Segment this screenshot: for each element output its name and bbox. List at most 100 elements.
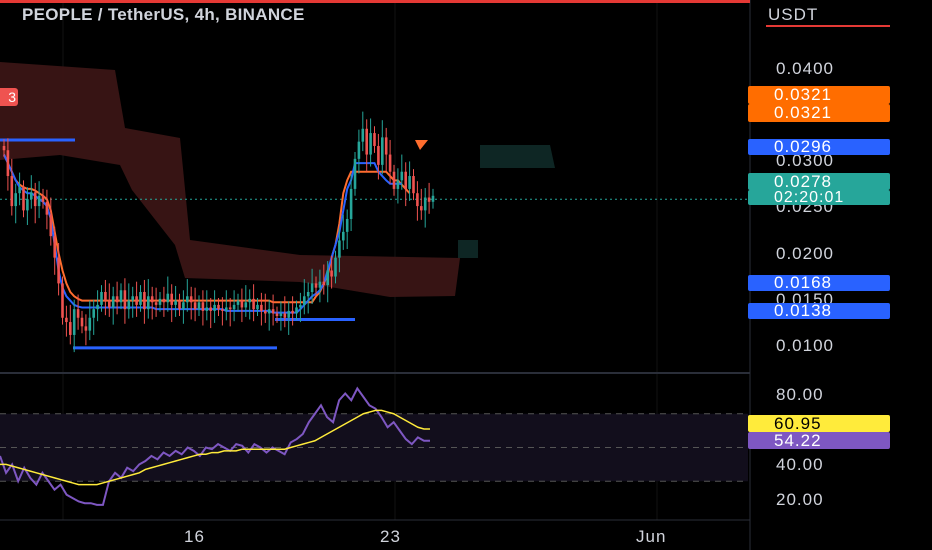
candle-body-71 [279, 313, 283, 317]
candle-body-42 [166, 293, 170, 303]
candle-body-44 [174, 300, 177, 305]
candle-body-16 [65, 317, 68, 323]
candle-body-15 [61, 283, 64, 318]
candle-body-56 [221, 309, 224, 311]
candle-body-100 [392, 171, 396, 189]
candle-body-47 [186, 296, 189, 303]
badge-upper-2: 0.0321 [748, 104, 890, 122]
candle-body-101 [396, 180, 400, 189]
candle-body-14 [57, 257, 60, 284]
candle-body-97 [381, 137, 384, 165]
candle-body-84 [330, 270, 333, 277]
candle-body-69 [271, 309, 275, 314]
candle-body-73 [287, 310, 290, 318]
candle-body-90 [353, 158, 357, 189]
candle-body-60 [236, 300, 240, 305]
candle-body-99 [388, 154, 392, 172]
candle-body-39 [154, 302, 158, 305]
candle-body-59 [232, 304, 236, 310]
candle-body-77 [303, 296, 306, 305]
chart-title: PEOPLE / TetherUS, 4h, BINANCE [22, 5, 305, 24]
candle-body-88 [345, 218, 349, 232]
badge-countdown: 02:20:01 [748, 190, 890, 206]
candle-body-31 [123, 290, 127, 310]
candle-body-106 [416, 193, 419, 207]
candle-body-30 [119, 290, 123, 303]
candle-body-52 [205, 307, 209, 311]
candle-body-43 [170, 293, 173, 305]
candle-body-70 [275, 313, 279, 317]
candle-body-21 [84, 326, 88, 331]
time-tick-23: 23 [380, 527, 401, 546]
candle-body-98 [384, 137, 388, 155]
candle-body-7 [30, 192, 33, 200]
badge-blue-1: 0.0296 [748, 138, 890, 155]
candle-body-110 [431, 195, 435, 202]
candle-body-12 [49, 214, 53, 237]
candle-body-81 [318, 281, 322, 288]
left-tag: 3 [0, 88, 18, 106]
candle-body-107 [420, 206, 423, 211]
candle-body-23 [92, 309, 95, 318]
candle-body-61 [240, 300, 244, 308]
candle-body-57 [225, 307, 228, 311]
candle-body-103 [404, 171, 407, 189]
cloud-green [458, 145, 555, 258]
candle-body-46 [182, 302, 185, 310]
candle-body-87 [342, 231, 345, 241]
candle-body-48 [189, 296, 193, 303]
candle-body-2 [10, 176, 14, 207]
candle-body-3 [14, 193, 17, 207]
rsi-tick-40: 40.00 [776, 455, 824, 474]
candle-body-50 [197, 302, 201, 310]
time-tick-jun: Jun [636, 527, 667, 546]
badge-rsi-ma: 60.95 [748, 415, 890, 432]
candle-body-20 [80, 317, 84, 327]
candle-body-35 [139, 291, 142, 305]
price-tick-0200: 0.0200 [776, 244, 834, 263]
candle-body-9 [37, 195, 41, 207]
candle-body-74 [291, 310, 294, 314]
candle-body-53 [209, 307, 212, 311]
candle-body-0 [2, 145, 6, 151]
candle-body-1 [6, 150, 10, 177]
candle-body-68 [267, 309, 271, 314]
flag-marker [415, 140, 428, 150]
badge-last-price: 0.0278 [748, 173, 890, 190]
price-tick-0100: 0.0100 [776, 336, 834, 355]
candle-body-19 [76, 309, 80, 318]
candle-body-72 [283, 313, 287, 318]
candle-body-65 [256, 304, 259, 310]
candle-body-40 [158, 298, 162, 305]
currency-label: USDT [768, 5, 819, 24]
candle-body-45 [178, 300, 181, 310]
candle-body-82 [322, 281, 326, 286]
candle-body-78 [306, 291, 310, 297]
candle-body-22 [88, 317, 92, 331]
candle-body-92 [361, 128, 365, 142]
rsi-tick-20: 20.00 [776, 490, 824, 509]
candle-body-5 [22, 187, 25, 211]
candle-body-34 [135, 296, 138, 305]
candle-body-66 [260, 304, 263, 311]
candle-body-8 [33, 192, 37, 207]
candle-body-85 [334, 257, 337, 277]
candle-body-28 [111, 296, 115, 308]
candle-body-62 [244, 302, 248, 308]
badge-rsi: 54.22 [748, 432, 890, 449]
candle-body-24 [96, 304, 99, 310]
price-tick-0400: 0.0400 [776, 59, 834, 78]
rsi-pane [0, 386, 748, 506]
candle-body-108 [423, 197, 427, 211]
candle-body-80 [314, 283, 318, 288]
candle-body-67 [264, 310, 267, 314]
candle-body-41 [162, 298, 166, 303]
candle-body-96 [377, 145, 380, 165]
candle-body-10 [41, 195, 45, 202]
badge-blue-2: 0.0168 [748, 274, 890, 291]
candle-body-63 [248, 298, 251, 303]
candle-body-33 [131, 296, 134, 301]
candle-body-54 [213, 304, 216, 311]
rsi-tick-80: 80.00 [776, 385, 824, 404]
candle-body-109 [427, 197, 431, 202]
